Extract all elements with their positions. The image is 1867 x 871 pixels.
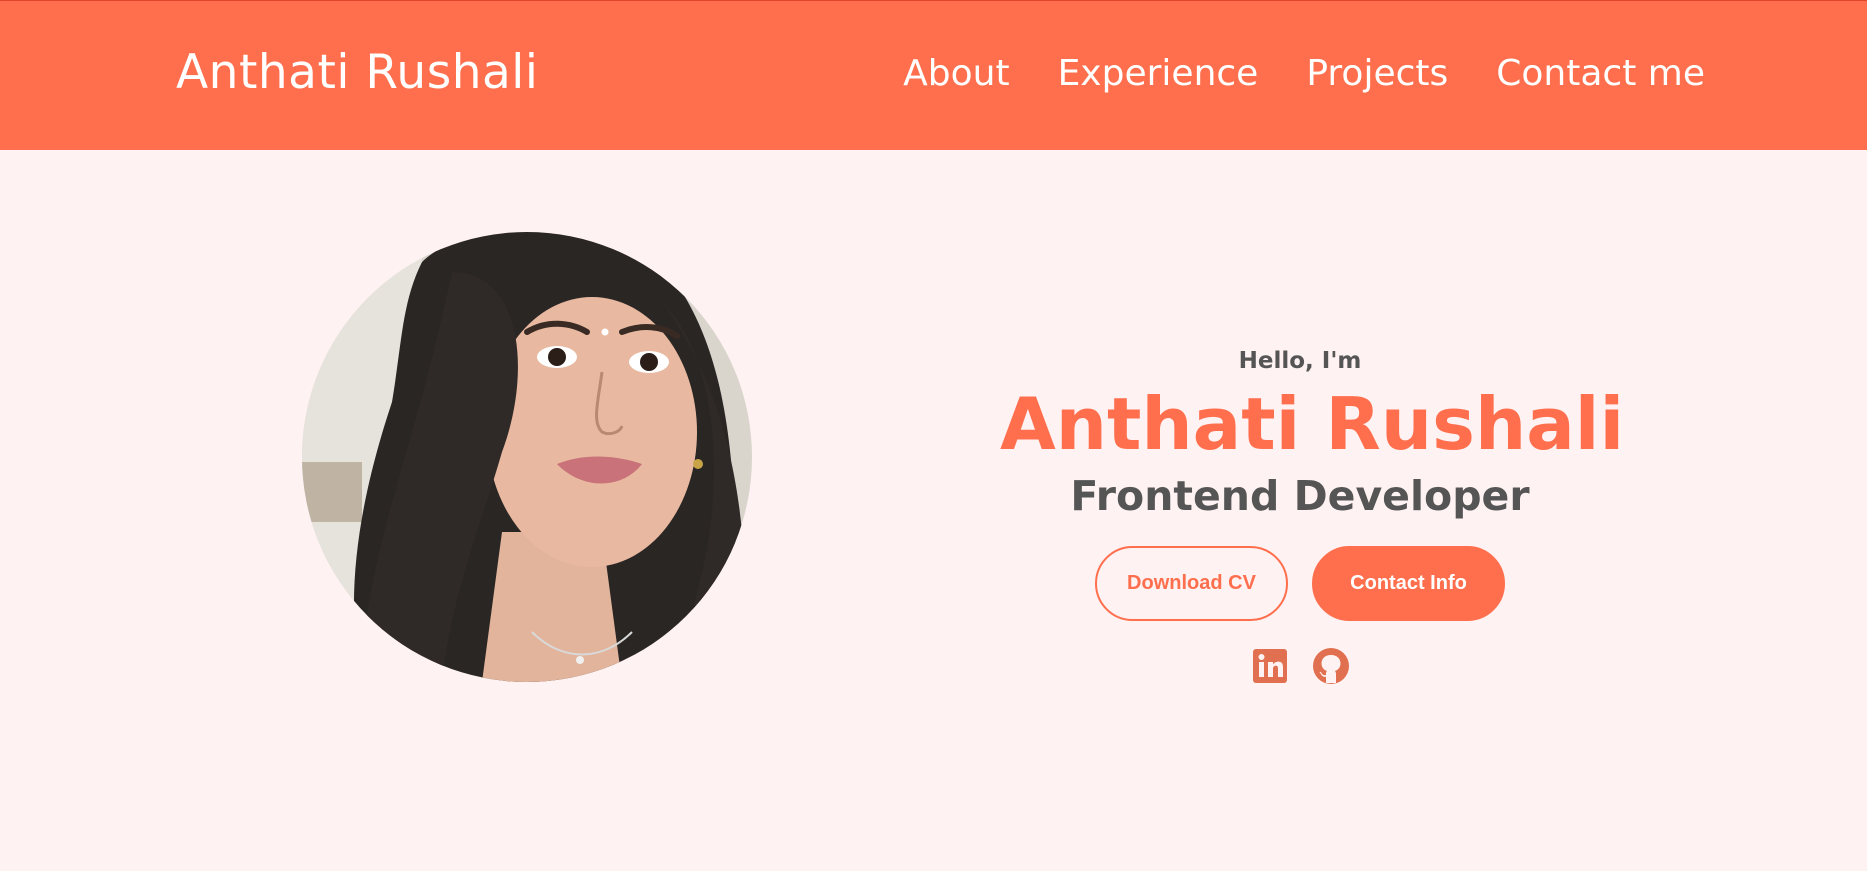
social-links [1000, 647, 1600, 685]
github-icon[interactable] [1312, 647, 1350, 685]
role-title: Frontend Developer [1070, 472, 1530, 520]
cta-buttons: Download CV Contact Info [1000, 546, 1600, 621]
nav-links: About Experience Projects Contact me [903, 53, 1705, 94]
nav-link-projects[interactable]: Projects [1306, 53, 1448, 94]
nav-link-contact[interactable]: Contact me [1496, 53, 1705, 94]
contact-info-button[interactable]: Contact Info [1312, 546, 1505, 621]
site-logo[interactable]: Anthati Rushali [176, 45, 538, 100]
nav-link-experience[interactable]: Experience [1058, 53, 1259, 94]
profile-photo [302, 232, 752, 682]
nav-item-experience: Experience [1058, 53, 1259, 94]
hero-name: Anthati Rushali [1000, 382, 1625, 466]
download-cv-button[interactable]: Download CV [1095, 546, 1288, 621]
nav-item-projects: Projects [1306, 53, 1448, 94]
intro-section: Hello, I'm Anthati Rushali Frontend Deve… [1000, 340, 1625, 685]
linkedin-icon[interactable] [1251, 647, 1289, 685]
profile-photo-illustration [302, 232, 752, 682]
greeting-text: Hello, I'm [1238, 348, 1362, 374]
nav-link-about[interactable]: About [903, 53, 1009, 94]
nav-item-about: About [903, 53, 1009, 94]
nav-item-contact: Contact me [1496, 53, 1705, 94]
navbar: Anthati Rushali About Experience Project… [0, 0, 1867, 150]
